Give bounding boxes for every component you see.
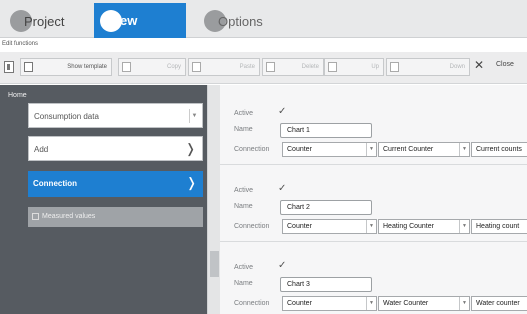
active-label: Active [234, 110, 254, 117]
counter-detail-dropdown[interactable]: Water counter [471, 296, 527, 311]
paste-button[interactable]: Paste [188, 58, 260, 76]
close-button-label[interactable]: Close [496, 61, 514, 68]
sidebar-heading: Home [8, 92, 27, 99]
chevron-right-icon: ❭ [186, 175, 197, 190]
connection-label: Connection [234, 223, 270, 230]
sidebar-item-label: Add [34, 145, 49, 154]
tab-options[interactable]: Options [204, 6, 294, 36]
paste-label: Paste [239, 64, 255, 70]
name-input[interactable]: Chart 3 [280, 277, 372, 292]
chevron-down-icon: ▼ [459, 143, 469, 156]
name-label: Name [234, 126, 253, 133]
sidebar: Home Consumption data ▼ Add ❭ Connection… [0, 85, 207, 314]
connection-label: Connection [234, 300, 270, 307]
scrollbar-thumb[interactable] [210, 251, 219, 277]
connection-type-value: Counter [287, 146, 312, 153]
connection-type-value: Counter [287, 300, 312, 307]
chart-config-group: Active ✓ Name Chart 1 Connection Counter… [220, 85, 527, 165]
chevron-down-icon: ▼ [366, 297, 376, 310]
counter-value: Current Counter [383, 146, 434, 153]
counter-dropdown[interactable]: Water Counter ▼ [378, 296, 470, 311]
counter-detail-value: Current counts [476, 146, 522, 153]
paste-icon [192, 62, 201, 72]
category-select-value: Consumption data [34, 112, 99, 121]
template-icon [24, 62, 33, 72]
counter-value: Water Counter [383, 300, 429, 307]
section-subtitle: Edit functions [2, 41, 39, 47]
name-input[interactable]: Chart 2 [280, 200, 372, 215]
delete-icon [266, 62, 275, 72]
connection-type-dropdown[interactable]: Counter ▼ [282, 142, 377, 157]
active-checkbox[interactable]: ✓ [278, 260, 286, 271]
name-label: Name [234, 280, 253, 287]
counter-dropdown[interactable]: Heating Counter ▼ [378, 219, 470, 234]
chart-config-group: Active ✓ Name Chart 2 Connection Counter… [220, 162, 527, 242]
sidebar-item-measured-values[interactable]: Measured values [28, 207, 203, 227]
chevron-down-icon: ▼ [366, 143, 376, 156]
connection-label: Connection [234, 146, 270, 153]
name-input[interactable]: Chart 1 [280, 123, 372, 138]
copy-icon [122, 62, 131, 72]
active-checkbox[interactable]: ✓ [278, 106, 286, 117]
move-down-button[interactable]: Down [386, 58, 470, 76]
category-select[interactable]: Consumption data ▼ [28, 103, 203, 128]
counter-detail-dropdown[interactable]: Current counts [471, 142, 527, 157]
counter-dropdown[interactable]: Current Counter ▼ [378, 142, 470, 157]
active-label: Active [234, 187, 254, 194]
chevron-down-icon: ▼ [366, 220, 376, 233]
up-icon [328, 62, 337, 72]
chevron-down-icon: ▼ [459, 220, 469, 233]
active-checkbox[interactable]: ✓ [278, 183, 286, 194]
move-up-button[interactable]: Up [324, 58, 384, 76]
active-label: Active [234, 264, 254, 271]
delete-label: Delete [301, 64, 319, 70]
counter-detail-value: Heating count [476, 223, 520, 230]
name-input-value: Chart 3 [287, 281, 310, 288]
chevron-right-icon: ❭ [185, 141, 196, 156]
sidebar-item-add[interactable]: Add ❭ [28, 136, 203, 161]
chart-config-group: Active ✓ Name Chart 3 Connection Counter… [220, 239, 527, 314]
sidebar-item-label: Connection [33, 179, 77, 188]
panel-splitter[interactable] [207, 85, 220, 314]
measured-values-checkbox[interactable] [32, 213, 39, 220]
name-input-value: Chart 2 [287, 204, 310, 211]
close-icon[interactable]: ✕ [474, 58, 484, 72]
tab-options-label: Options [218, 13, 263, 29]
toolbar: Show template Copy Paste Delete Up Down [0, 52, 527, 84]
copy-label: Copy [166, 64, 181, 70]
down-icon [390, 62, 399, 72]
delete-button[interactable]: Delete [262, 58, 324, 76]
chart-connections-panel: Active ✓ Name Chart 1 Connection Counter… [220, 85, 527, 314]
sidebar-item-label: Measured values [42, 213, 96, 220]
tab-project-label: Project [24, 13, 65, 29]
counter-detail-dropdown[interactable]: Heating count [471, 219, 527, 234]
down-label: Down [449, 64, 465, 70]
connection-type-dropdown[interactable]: Counter ▼ [282, 219, 377, 234]
connection-type-dropdown[interactable]: Counter ▼ [282, 296, 377, 311]
connection-type-value: Counter [287, 223, 312, 230]
chevron-down-icon: ▼ [189, 109, 199, 123]
chevron-down-icon: ▼ [459, 297, 469, 310]
copy-button[interactable]: Copy [118, 58, 186, 76]
show-template-label: Show template [67, 64, 107, 70]
tab-view[interactable]: View [94, 3, 186, 38]
tab-project[interactable]: Project [10, 6, 94, 36]
up-label: Up [371, 64, 379, 70]
counter-value: Heating Counter [383, 223, 434, 230]
sidebar-item-connection[interactable]: Connection ❭ [28, 171, 203, 197]
name-input-value: Chart 1 [287, 127, 310, 134]
panel-toggle-icon[interactable] [4, 61, 14, 73]
counter-detail-value: Water counter [476, 300, 520, 307]
show-template-button[interactable]: Show template [20, 58, 112, 76]
name-label: Name [234, 203, 253, 210]
main-tab-bar: Project View Options [0, 0, 527, 38]
tab-view-label: View [108, 13, 138, 28]
